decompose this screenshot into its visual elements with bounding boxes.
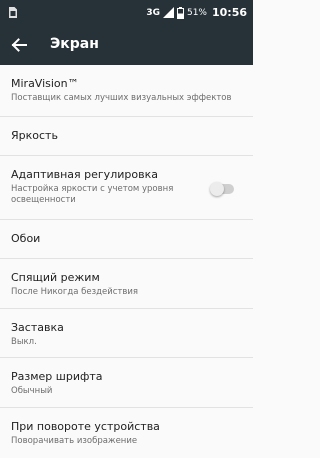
setting-summary: Поворачивать изображение — [11, 436, 138, 446]
setting-wallpaper[interactable]: Обои — [0, 220, 253, 259]
status-bar: 3G 51% 10:56 — [0, 0, 253, 25]
setting-title: При повороте устройства — [11, 420, 160, 433]
setting-summary: После Никогда бездействия — [11, 287, 139, 297]
page-title: Экран — [50, 36, 99, 52]
adaptive-brightness-toggle[interactable] — [210, 182, 234, 196]
setting-title: Спящий режим — [11, 271, 100, 284]
setting-screensaver[interactable]: Заставка Выкл. — [0, 309, 253, 358]
setting-brightness[interactable]: Яркость — [0, 117, 253, 156]
toolbar: Экран — [0, 25, 253, 65]
setting-title: Размер шрифта — [11, 370, 103, 383]
settings-list: MiraVision™ Поставщик самых лучших визуа… — [0, 65, 253, 458]
setting-miravision[interactable]: MiraVision™ Поставщик самых лучших визуа… — [0, 65, 253, 117]
setting-adaptive-brightness[interactable]: Адаптивная регулировка Настройка яркости… — [0, 156, 253, 220]
setting-title: Адаптивная регулировка — [11, 168, 158, 181]
battery-percent: 51% — [186, 7, 207, 18]
arrow-back-icon[interactable] — [9, 35, 29, 55]
setting-summary: Выкл. — [11, 337, 37, 347]
setting-summary: Настройка яркости с учетом уровня освеще… — [11, 184, 174, 205]
setting-summary: Поставщик самых лучших визуальных эффект… — [11, 93, 232, 103]
battery-icon — [176, 6, 184, 19]
sim-card-icon — [9, 7, 17, 18]
setting-title: MiraVision™ — [11, 77, 79, 90]
setting-summary: Обычный — [11, 386, 53, 396]
setting-font-size[interactable]: Размер шрифта Обычный — [0, 358, 253, 408]
setting-title: Заставка — [11, 321, 64, 334]
network-type: 3G — [146, 7, 160, 18]
signal-icon — [162, 7, 174, 18]
setting-title: Обои — [11, 232, 41, 245]
setting-auto-rotate[interactable]: При повороте устройства Поворачивать изо… — [0, 408, 253, 458]
setting-sleep[interactable]: Спящий режим После Никогда бездействия — [0, 259, 253, 309]
toggle-knob — [210, 182, 224, 196]
clock: 10:56 — [211, 6, 247, 19]
setting-title: Яркость — [11, 129, 58, 142]
